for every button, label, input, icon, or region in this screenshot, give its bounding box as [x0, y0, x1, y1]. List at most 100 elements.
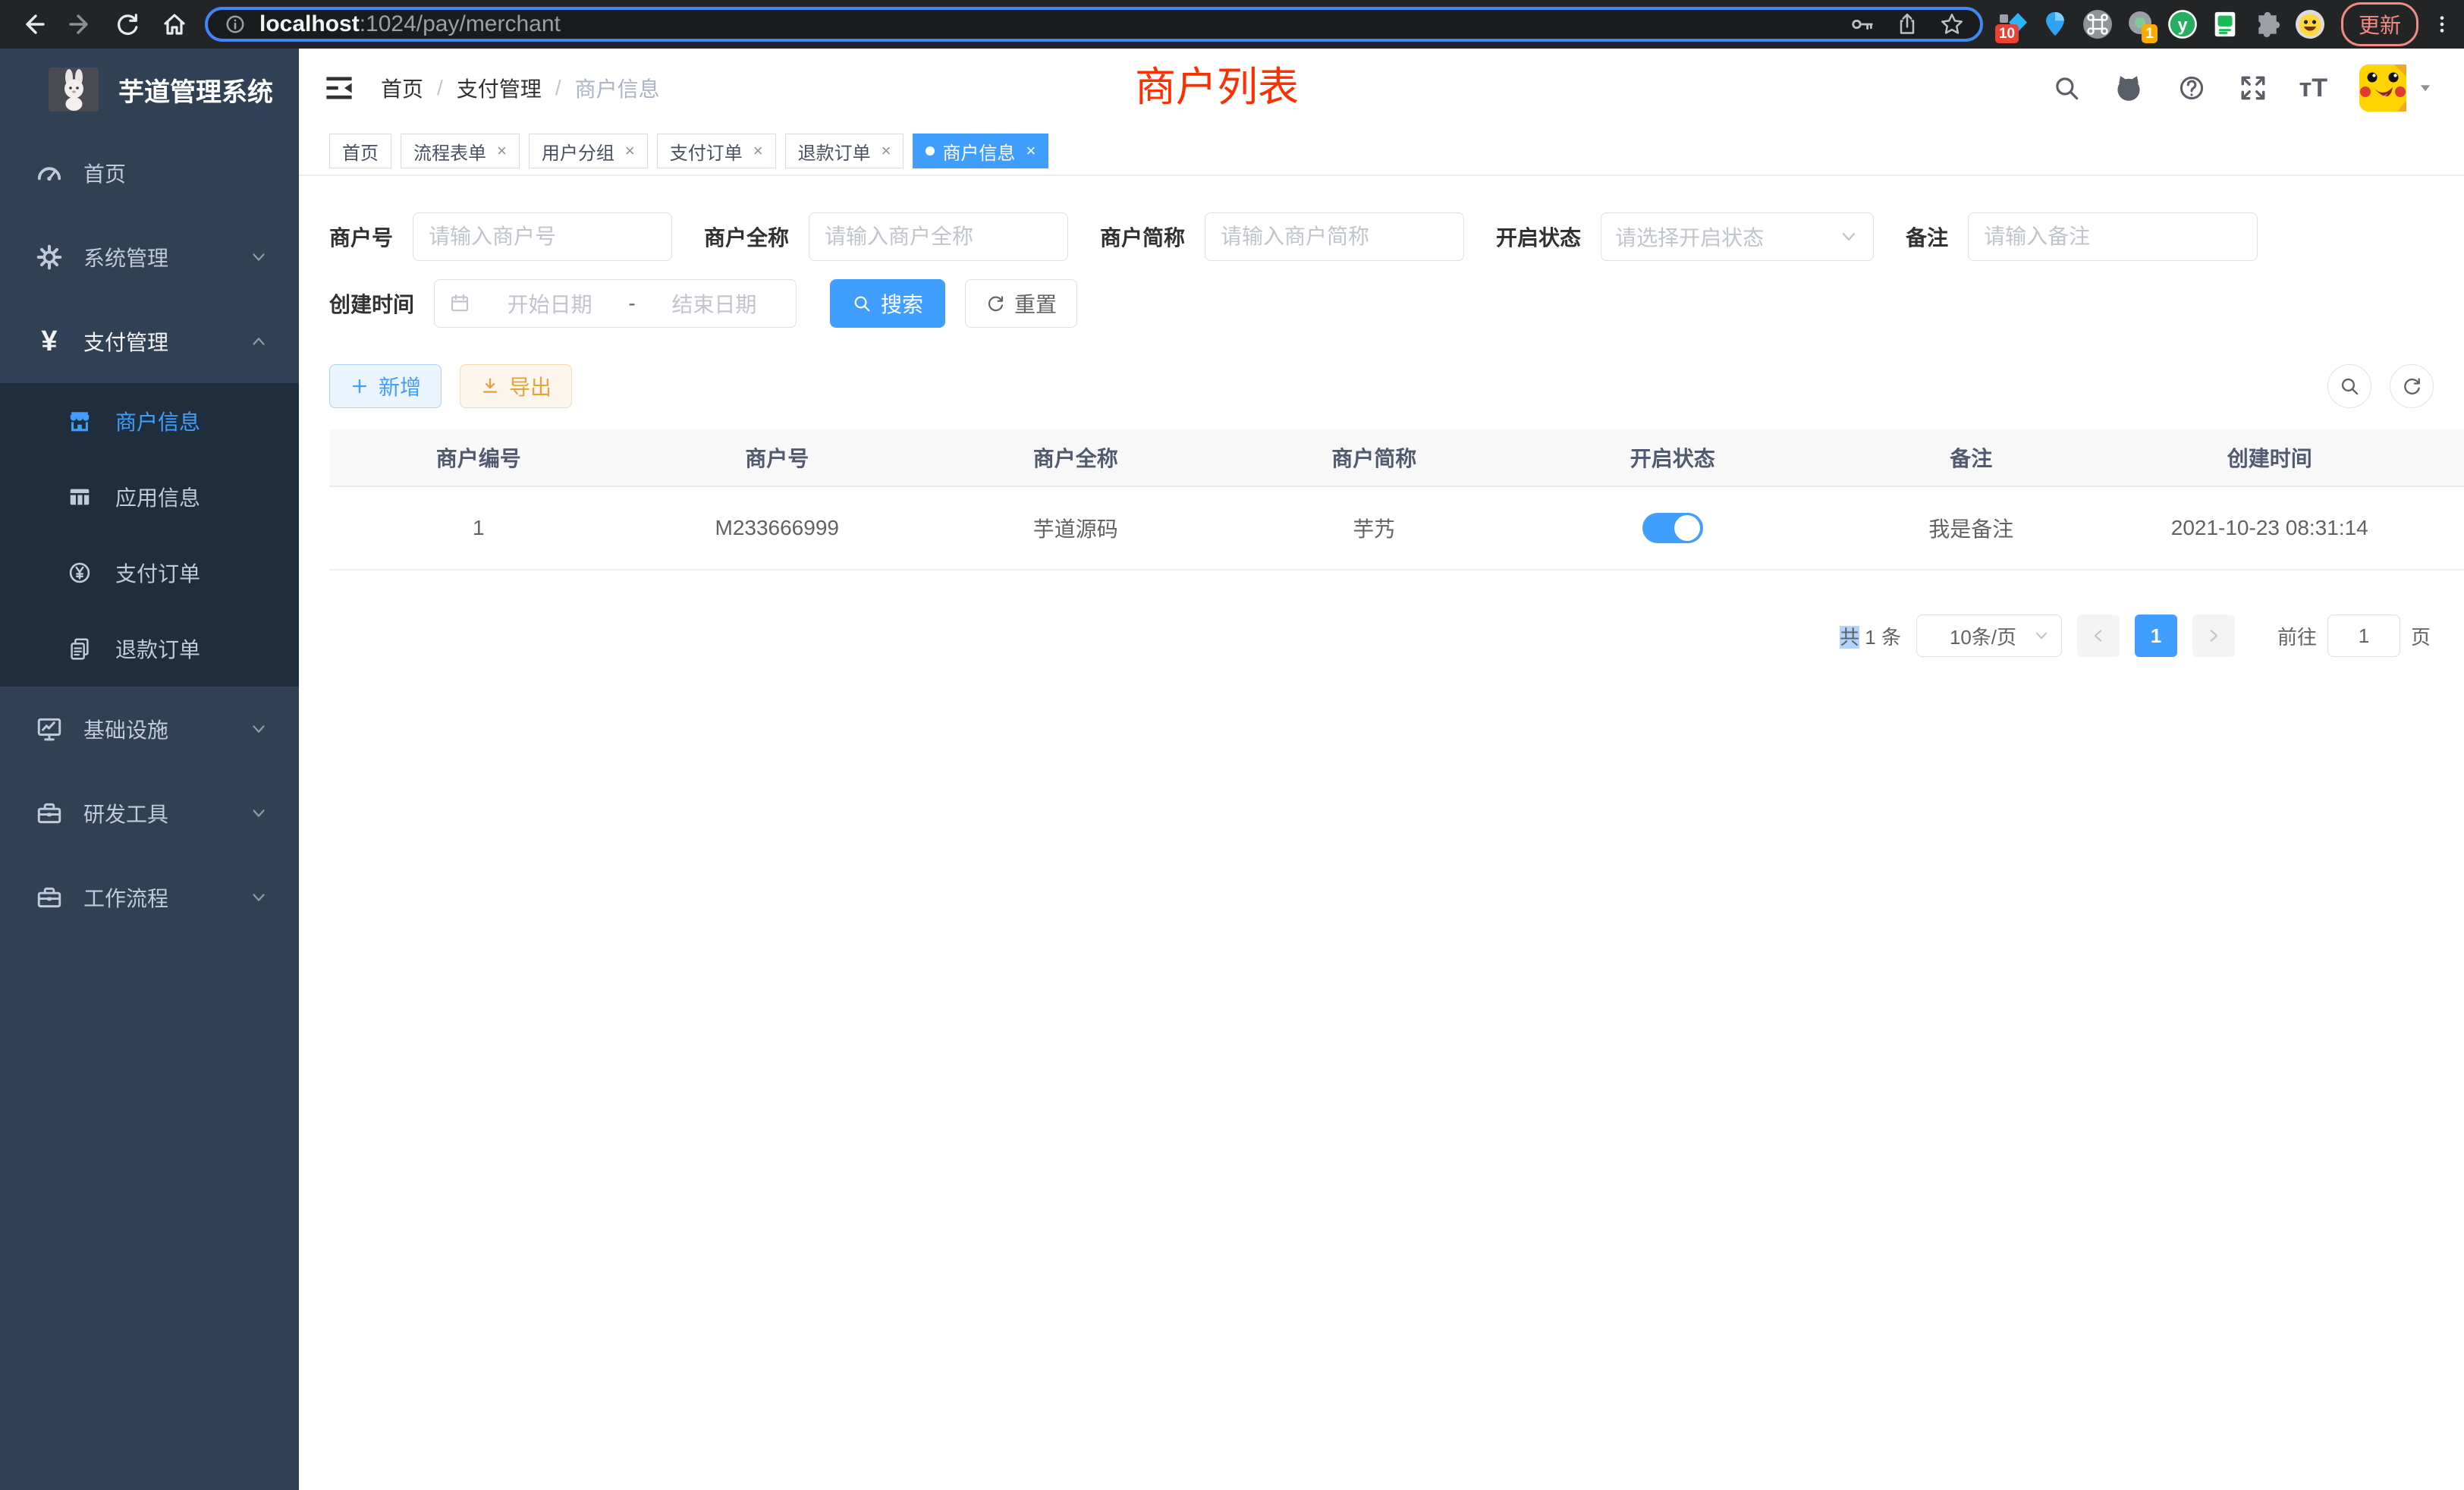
start-date-placeholder: 开始日期	[482, 288, 618, 319]
search-button[interactable]: 搜索	[830, 279, 945, 328]
extension-badge: 1	[2142, 24, 2158, 43]
active-tab-dot	[926, 146, 935, 156]
grid-icon	[67, 484, 93, 510]
tab-process-form[interactable]: 流程表单×	[401, 134, 520, 168]
sidebar-item-infrastructure[interactable]: 基础设施	[0, 687, 299, 771]
help-icon[interactable]	[2176, 73, 2207, 103]
breadcrumb-separator: /	[555, 76, 561, 100]
app-title: 芋道管理系统	[118, 71, 273, 108]
sidebar-item-app-info[interactable]: 应用信息	[0, 459, 299, 535]
cell-status	[1523, 513, 1822, 543]
extensions-puzzle-icon[interactable]	[2252, 8, 2283, 40]
tab-close-icon[interactable]: ×	[622, 141, 635, 161]
breadcrumb-current: 商户信息	[575, 73, 660, 103]
sidebar-item-workflow[interactable]: 工作流程	[0, 855, 299, 939]
full-name-input[interactable]	[809, 212, 1068, 261]
sidebar-item-home[interactable]: 首页	[0, 130, 299, 215]
pagination: 共 1 条 10条/页 1 前往 页	[329, 615, 2447, 657]
refresh-table-button[interactable]	[2390, 364, 2434, 408]
extension-icon-recorder[interactable]: 1	[2124, 8, 2156, 40]
filter-row-2: 创建时间 开始日期 - 结束日期 搜索 重置	[329, 279, 2447, 328]
status-toggle[interactable]	[1642, 513, 1703, 543]
browser-profile-avatar[interactable]	[2294, 8, 2326, 40]
header-search-icon[interactable]	[2052, 74, 2081, 102]
password-key-icon[interactable]	[1850, 11, 1875, 37]
goto-page-input[interactable]	[2327, 615, 2400, 657]
export-button[interactable]: 导出	[460, 364, 572, 408]
breadcrumb-payment[interactable]: 支付管理	[457, 73, 542, 103]
extension-icon-command[interactable]	[2082, 8, 2114, 40]
sidebar-item-label: 支付订单	[115, 558, 200, 588]
extension-icon-pin[interactable]	[2039, 8, 2071, 40]
prev-page-button[interactable]	[2077, 615, 2120, 657]
fullscreen-icon[interactable]	[2239, 74, 2268, 102]
tab-close-icon[interactable]: ×	[494, 141, 507, 161]
reset-button[interactable]: 重置	[965, 279, 1077, 328]
tab-home[interactable]: 首页	[329, 134, 391, 168]
table-settings	[2327, 364, 2447, 408]
address-bar[interactable]: localhost:1024/pay/merchant	[205, 7, 1983, 42]
calendar-icon	[448, 292, 471, 315]
tab-pay-order[interactable]: 支付订单×	[657, 134, 776, 168]
add-button[interactable]: 新增	[329, 364, 442, 408]
browser-home-button[interactable]	[152, 5, 197, 44]
breadcrumb-home[interactable]: 首页	[381, 73, 423, 103]
browser-forward-button[interactable]	[58, 5, 103, 44]
browser-back-button[interactable]	[11, 5, 56, 44]
tab-merchant-info[interactable]: 商户信息×	[913, 134, 1048, 168]
sidebar-item-label: 基础设施	[83, 714, 229, 744]
pay-circle-icon	[67, 560, 93, 586]
sidebar-item-label: 研发工具	[83, 798, 229, 828]
browser-reload-button[interactable]	[105, 5, 150, 44]
tab-user-group[interactable]: 用户分组×	[529, 134, 648, 168]
tab-close-icon[interactable]: ×	[1023, 141, 1036, 161]
sidebar-item-merchant-info[interactable]: 商户信息	[0, 383, 299, 459]
share-icon[interactable]	[1895, 12, 1919, 36]
sidebar-item-system[interactable]: 系统管理	[0, 215, 299, 299]
sidebar-collapse-icon[interactable]	[322, 71, 357, 105]
merchant-no-input[interactable]	[413, 212, 672, 261]
column-header: 商户全称	[926, 442, 1225, 473]
status-select[interactable]: 请选择开启状态	[1601, 212, 1874, 261]
chevron-up-icon	[249, 332, 269, 351]
browser-menu-icon[interactable]	[2431, 11, 2453, 37]
remark-input[interactable]	[1968, 212, 2258, 261]
tab-close-icon[interactable]: ×	[750, 141, 763, 161]
short-name-input[interactable]	[1205, 212, 1464, 261]
extension-icon-green-doc[interactable]	[2209, 8, 2241, 40]
user-avatar-menu[interactable]	[2359, 64, 2434, 112]
github-icon[interactable]	[2113, 72, 2145, 104]
chrome-update-button[interactable]: 更新	[2341, 2, 2418, 46]
page-size-select[interactable]: 10条/页	[1916, 615, 2062, 657]
chevron-down-icon	[1838, 226, 1859, 247]
cell-merchant-no: M233666999	[628, 516, 927, 540]
sidebar-item-dev-tools[interactable]: 研发工具	[0, 771, 299, 855]
page-number-1[interactable]: 1	[2135, 615, 2177, 657]
tab-refund-order[interactable]: 退款订单×	[785, 134, 904, 168]
extension-icon-green-circle[interactable]	[2167, 8, 2198, 40]
cell-merchant-id: 1	[329, 516, 628, 540]
url-text: localhost:1024/pay/merchant	[259, 11, 561, 37]
chevron-down-icon	[249, 803, 269, 823]
app-logo-row[interactable]: 芋道管理系统	[0, 49, 299, 130]
column-header: 开启状态	[1523, 442, 1822, 473]
sidebar-item-refund-order[interactable]: 退款订单	[0, 611, 299, 687]
sidebar-item-payment[interactable]: ¥ 支付管理	[0, 299, 299, 383]
tab-close-icon[interactable]: ×	[878, 141, 891, 161]
url-path: :1024/pay/merchant	[360, 11, 561, 36]
next-page-button[interactable]	[2192, 615, 2235, 657]
font-size-icon[interactable]: тT	[2299, 74, 2327, 103]
page-annotation-title: 商户列表	[1135, 53, 1299, 113]
create-time-range-picker[interactable]: 开始日期 - 结束日期	[434, 279, 797, 328]
breadcrumb: 首页 / 支付管理 / 商户信息	[381, 73, 660, 103]
extension-icon-grid-diamond[interactable]: 10	[1997, 8, 2029, 40]
column-header: 创建时间	[2120, 442, 2419, 473]
site-info-icon[interactable]	[223, 12, 247, 36]
sidebar-item-label: 首页	[83, 158, 269, 188]
sidebar-item-pay-order[interactable]: 支付订单	[0, 535, 299, 611]
bookmark-star-icon[interactable]	[1939, 11, 1965, 37]
toggle-search-button[interactable]	[2327, 364, 2371, 408]
download-icon	[480, 376, 500, 396]
caret-down-icon	[2417, 80, 2434, 96]
chevron-left-icon	[2089, 627, 2107, 645]
